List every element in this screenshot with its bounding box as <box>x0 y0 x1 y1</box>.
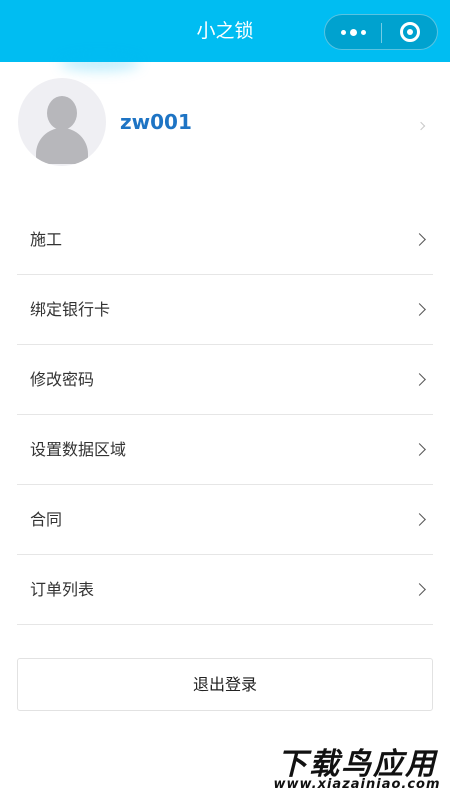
mini-program-capsule <box>324 14 438 50</box>
close-target-icon[interactable] <box>382 15 438 49</box>
menu-item-data-region[interactable]: 设置数据区域 <box>17 415 433 485</box>
menu-item-label: 施工 <box>30 230 63 249</box>
chevron-right-icon <box>413 233 426 246</box>
menu-item-label: 设置数据区域 <box>30 440 127 459</box>
chevron-right-icon <box>413 303 426 316</box>
logout-button[interactable]: 退出登录 <box>17 658 433 711</box>
chevron-right-icon <box>413 443 426 456</box>
chevron-right-icon <box>413 373 426 386</box>
watermark-url: www.xiazainiao.com <box>273 777 441 792</box>
username: zw001 <box>120 110 192 134</box>
menu-item-order-list[interactable]: 订单列表 <box>17 555 433 625</box>
chevron-right-icon <box>416 121 426 131</box>
settings-menu: 施工 绑定银行卡 修改密码 设置数据区域 合同 订单列表 <box>17 205 433 625</box>
default-avatar-icon[interactable] <box>18 78 106 166</box>
menu-item-contract[interactable]: 合同 <box>17 485 433 555</box>
chevron-right-icon <box>413 583 426 596</box>
menu-item-label: 修改密码 <box>30 370 95 389</box>
menu-item-label: 合同 <box>30 510 63 529</box>
menu-item-change-password[interactable]: 修改密码 <box>17 345 433 415</box>
watermark-logo: 下载鸟应用 www.xiazainiao.com <box>268 737 446 797</box>
chevron-right-icon <box>413 513 426 526</box>
more-dots-icon[interactable] <box>325 15 381 49</box>
menu-item-bind-bank-card[interactable]: 绑定银行卡 <box>17 275 433 345</box>
menu-item-label: 绑定银行卡 <box>30 300 111 319</box>
menu-item-construction[interactable]: 施工 <box>17 205 433 275</box>
menu-item-label: 订单列表 <box>30 580 95 599</box>
profile-header[interactable]: zw001 <box>0 70 450 180</box>
